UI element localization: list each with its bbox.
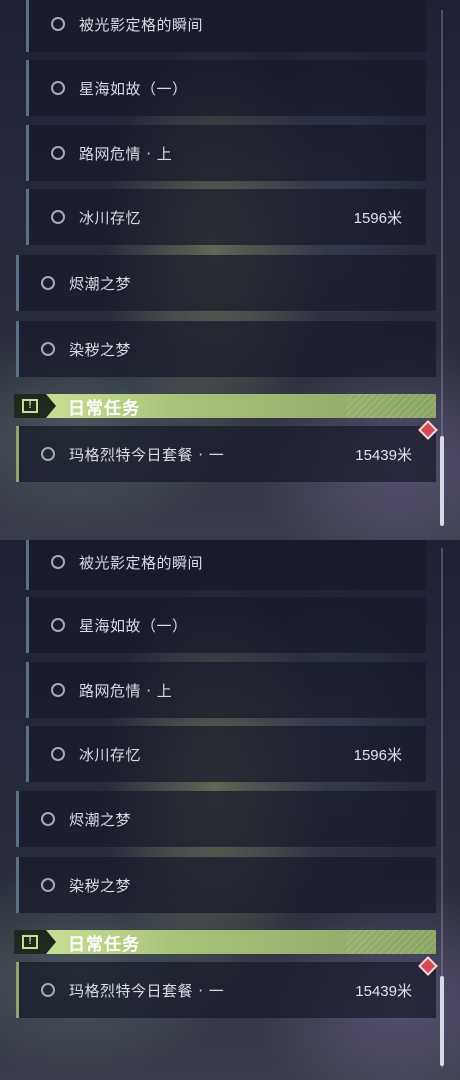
quest-status-circle-icon — [41, 342, 55, 356]
quest-distance: 15439米 — [355, 982, 412, 1000]
quest-label: 烬潮之梦 — [69, 274, 132, 293]
quest-item[interactable]: 被光影定格的瞬间 — [26, 540, 426, 590]
daily-quests-header: ! 日常任务 — [14, 394, 436, 419]
quest-item[interactable]: 冰川存忆 1596米 — [26, 189, 426, 245]
quest-item[interactable]: 玛格烈特今日套餐 · 一 15439米 — [16, 962, 436, 1018]
quest-item[interactable]: 路网危情 · 上 — [26, 662, 426, 718]
daily-quests-title: 日常任务 — [68, 398, 140, 419]
quest-status-circle-icon — [51, 17, 65, 31]
quest-label: 路网危情 · 上 — [79, 681, 173, 700]
quest-item[interactable]: 星海如故（一） — [26, 60, 426, 116]
quest-distance: 15439米 — [355, 446, 412, 464]
quest-status-circle-icon — [51, 81, 65, 95]
quest-status-circle-icon — [51, 555, 65, 569]
quest-label: 染秽之梦 — [69, 876, 132, 895]
quest-label: 玛格烈特今日套餐 · 一 — [69, 445, 225, 464]
quest-label: 玛格烈特今日套餐 · 一 — [69, 981, 225, 1000]
quest-label: 被光影定格的瞬间 — [79, 553, 204, 572]
quest-item[interactable]: 被光影定格的瞬间 — [26, 0, 426, 52]
quest-list-panel-bottom: 被光影定格的瞬间 星海如故（一） 路网危情 · 上 冰川存忆 1596米 烬潮之… — [0, 540, 460, 1080]
daily-quests-title: 日常任务 — [68, 934, 140, 955]
quest-status-circle-icon — [51, 210, 65, 224]
quest-status-circle-icon — [41, 983, 55, 997]
quest-item[interactable]: 玛格烈特今日套餐 · 一 15439米 — [16, 426, 436, 482]
quest-status-circle-icon — [41, 878, 55, 892]
quest-item[interactable]: 路网危情 · 上 — [26, 125, 426, 181]
quest-label: 路网危情 · 上 — [79, 144, 173, 163]
quest-item[interactable]: 烬潮之梦 — [16, 255, 436, 311]
quest-item[interactable]: 染秽之梦 — [16, 321, 436, 377]
quest-status-circle-icon — [41, 812, 55, 826]
quest-status-circle-icon — [51, 146, 65, 160]
quest-label: 冰川存忆 — [79, 208, 142, 227]
quest-label: 冰川存忆 — [79, 745, 142, 764]
header-decoration — [346, 394, 436, 418]
quest-status-circle-icon — [41, 276, 55, 290]
quest-item[interactable]: 烬潮之梦 — [16, 791, 436, 847]
exclamation-box-icon: ! — [14, 394, 56, 418]
quest-list-panel-top: 被光影定格的瞬间 星海如故（一） 路网危情 · 上 冰川存忆 1596米 烬潮之… — [0, 0, 460, 540]
scrollbar-thumb[interactable] — [440, 976, 444, 1066]
quest-status-circle-icon — [51, 747, 65, 761]
quest-item[interactable]: 星海如故（一） — [26, 597, 426, 653]
quest-label: 染秽之梦 — [69, 340, 132, 359]
quest-status-circle-icon — [51, 683, 65, 697]
quest-item[interactable]: 冰川存忆 1596米 — [26, 726, 426, 782]
exclamation-box-icon: ! — [14, 930, 56, 954]
daily-quests-header: ! 日常任务 — [14, 930, 436, 955]
quest-label: 被光影定格的瞬间 — [79, 15, 204, 34]
quest-status-circle-icon — [51, 618, 65, 632]
quest-status-circle-icon — [41, 447, 55, 461]
header-decoration — [346, 930, 436, 954]
scrollbar-thumb[interactable] — [440, 436, 444, 526]
quest-label: 烬潮之梦 — [69, 810, 132, 829]
quest-label: 星海如故（一） — [79, 79, 188, 98]
quest-item[interactable]: 染秽之梦 — [16, 857, 436, 913]
quest-distance: 1596米 — [353, 209, 402, 227]
quest-distance: 1596米 — [353, 746, 402, 764]
quest-label: 星海如故（一） — [79, 616, 188, 635]
